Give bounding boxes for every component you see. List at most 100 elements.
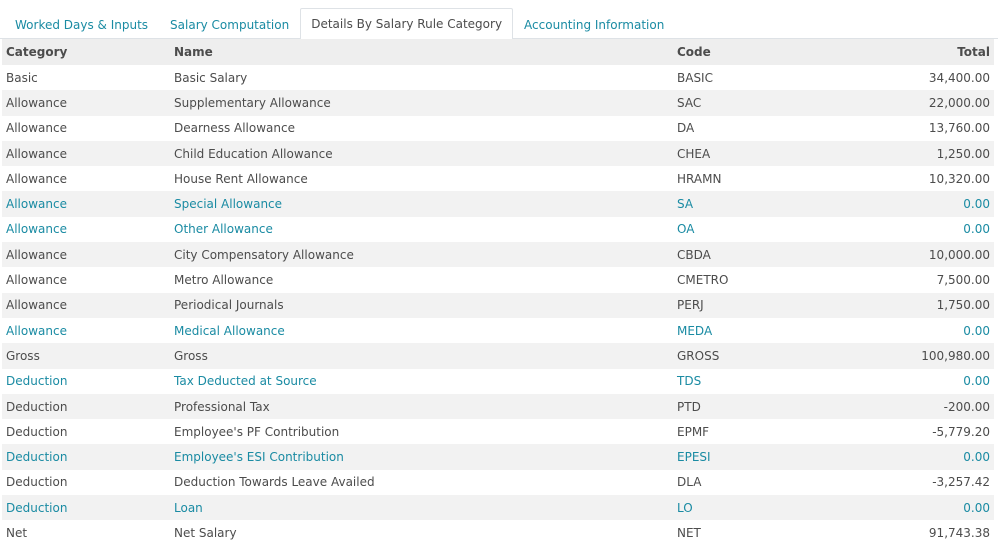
cell-total: 10,320.00 [928, 171, 990, 186]
table-row[interactable]: Allowance Special Allowance SA 0.00 [2, 191, 994, 217]
cell-total: 7,500.00 [936, 273, 990, 288]
tab-accounting-information[interactable]: Accounting Information [513, 9, 675, 39]
cell-category: Allowance [6, 247, 67, 262]
cell-category: Deduction [6, 500, 68, 515]
cell-category: Deduction [6, 450, 68, 465]
table-row[interactable]: Allowance City Compensatory Allowance CBDA… [2, 242, 994, 268]
table-row[interactable]: Allowance Periodical Journals PERJ 1,750.00 [2, 292, 994, 318]
cell-total: 0.00 [963, 222, 990, 237]
table-row[interactable]: Allowance Supplementary Allowance SAC 22,00… [2, 90, 994, 116]
cell-name: Loan [174, 500, 203, 515]
cell-total: 0.00 [963, 197, 990, 212]
cell-total: -200.00 [943, 399, 990, 414]
table-row[interactable]: Allowance House Rent Allowance HRAMN 10,320… [2, 166, 994, 192]
cell-total: 13,760.00 [928, 121, 990, 136]
table-row[interactable]: Basic Basic Salary BASIC 34,400.00 [2, 65, 994, 91]
cell-name: Employee's PF Contribution [174, 424, 340, 439]
cell-name: Deduction Towards Leave Availed [174, 475, 375, 490]
table-row[interactable]: Deduction Employee's ESI Contribution EPES… [2, 444, 994, 470]
cell-code: NET [677, 525, 701, 540]
cell-total: -3,257.42 [932, 475, 990, 490]
cell-total: 10,000.00 [928, 247, 990, 262]
table-row[interactable]: Gross Gross GROSS 100,980.00 [2, 343, 994, 369]
cell-code: EPMF [677, 424, 710, 439]
cell-total: 22,000.00 [928, 95, 990, 110]
table-body: Basic Basic Salary BASIC 34,400.00 Allowance… [2, 65, 994, 546]
tab-details-by-salary-rule-category[interactable]: Details By Salary Rule Category [300, 8, 514, 39]
cell-total: 100,980.00 [921, 348, 990, 363]
cell-total: 0.00 [963, 500, 990, 515]
cell-code: BASIC [677, 70, 713, 85]
cell-code: OA [677, 222, 695, 237]
cell-name: Tax Deducted at Source [174, 374, 317, 389]
cell-category: Allowance [6, 95, 67, 110]
cell-name: House Rent Allowance [174, 171, 308, 186]
cell-name: Medical Allowance [174, 323, 285, 338]
cell-code: SAC [677, 95, 702, 110]
cell-category: Basic [6, 70, 38, 85]
cell-code: PERJ [677, 298, 704, 313]
column-header-total[interactable]: Total [823, 39, 994, 65]
table-row[interactable]: Deduction Deduction Towards Leave Availed… [2, 469, 994, 496]
notebook-tabs: Worked Days & Inputs Salary Computation … [0, 0, 998, 39]
cell-category: Allowance [6, 146, 67, 161]
cell-code: EPESI [677, 450, 711, 465]
cell-total: -5,779.20 [932, 424, 990, 439]
cell-category: Allowance [6, 323, 67, 338]
table-row[interactable]: Deduction Loan LO 0.00 [2, 495, 994, 521]
table-row[interactable]: Allowance Metro Allowance CMETRO 7,500.00 [2, 267, 994, 293]
cell-code: GROSS [677, 348, 720, 363]
cell-total: 1,250.00 [936, 146, 990, 161]
cell-total: 0.00 [963, 323, 990, 338]
cell-category: Deduction [6, 475, 68, 490]
cell-category: Gross [6, 348, 40, 363]
column-header-category[interactable]: Category [2, 39, 170, 65]
cell-name: Supplementary Allowance [174, 95, 331, 110]
cell-name: Child Education Allowance [174, 146, 333, 161]
table-row[interactable]: Allowance Child Education Allowance CHEA 1,… [2, 140, 994, 167]
cell-name: Metro Allowance [174, 273, 274, 288]
cell-code: CBDA [677, 247, 711, 262]
cell-total: 91,743.38 [928, 525, 990, 540]
cell-name: Other Allowance [174, 222, 273, 237]
table-row[interactable]: Net Net Salary NET 91,743.38 [2, 520, 994, 546]
cell-name: Periodical Journals [174, 298, 284, 313]
table-row[interactable]: Allowance Other Allowance OA 0.00 [2, 216, 994, 243]
cell-category: Net [6, 525, 28, 540]
column-header-code[interactable]: Code [673, 39, 823, 65]
cell-total: 34,400.00 [928, 70, 990, 85]
table-row[interactable]: Allowance Medical Allowance MEDA 0.00 [2, 317, 994, 344]
cell-name: Special Allowance [174, 197, 283, 212]
tab-worked-days-inputs[interactable]: Worked Days & Inputs [4, 9, 159, 39]
cell-code: DA [677, 121, 695, 136]
cell-category: Allowance [6, 121, 67, 136]
cell-code: PTD [677, 399, 701, 414]
cell-name: Net Salary [174, 525, 237, 540]
cell-total: 0.00 [963, 374, 990, 389]
cell-category: Deduction [6, 424, 68, 439]
cell-category: Allowance [6, 222, 67, 237]
tab-salary-computation[interactable]: Salary Computation [159, 9, 300, 39]
cell-category: Deduction [6, 399, 68, 414]
cell-name: Employee's ESI Contribution [174, 450, 344, 465]
cell-code: CHEA [677, 146, 711, 161]
table-header: Category Name Code Total [2, 39, 994, 65]
table-row[interactable]: Deduction Tax Deducted at Source TDS 0.00 [2, 368, 994, 394]
cell-name: Professional Tax [174, 399, 270, 414]
cell-total: 1,750.00 [936, 298, 990, 313]
cell-code: LO [677, 500, 693, 515]
cell-name: Basic Salary [174, 70, 248, 85]
cell-name: Gross [174, 348, 208, 363]
cell-code: TDS [677, 374, 702, 389]
cell-name: Dearness Allowance [174, 121, 295, 136]
table-row[interactable]: Deduction Employee's PF Contribution EPMF -… [2, 419, 994, 445]
cell-code: HRAMN [677, 171, 722, 186]
table-row[interactable]: Deduction Professional Tax PTD -200.00 [2, 393, 994, 420]
column-header-name[interactable]: Name [170, 39, 673, 65]
cell-total: 0.00 [963, 450, 990, 465]
cell-category: Allowance [6, 197, 67, 212]
cell-code: CMETRO [677, 273, 729, 288]
cell-name: City Compensatory Allowance [174, 247, 354, 262]
cell-category: Allowance [6, 298, 67, 313]
table-row[interactable]: Allowance Dearness Allowance DA 13,760.00 [2, 115, 994, 141]
